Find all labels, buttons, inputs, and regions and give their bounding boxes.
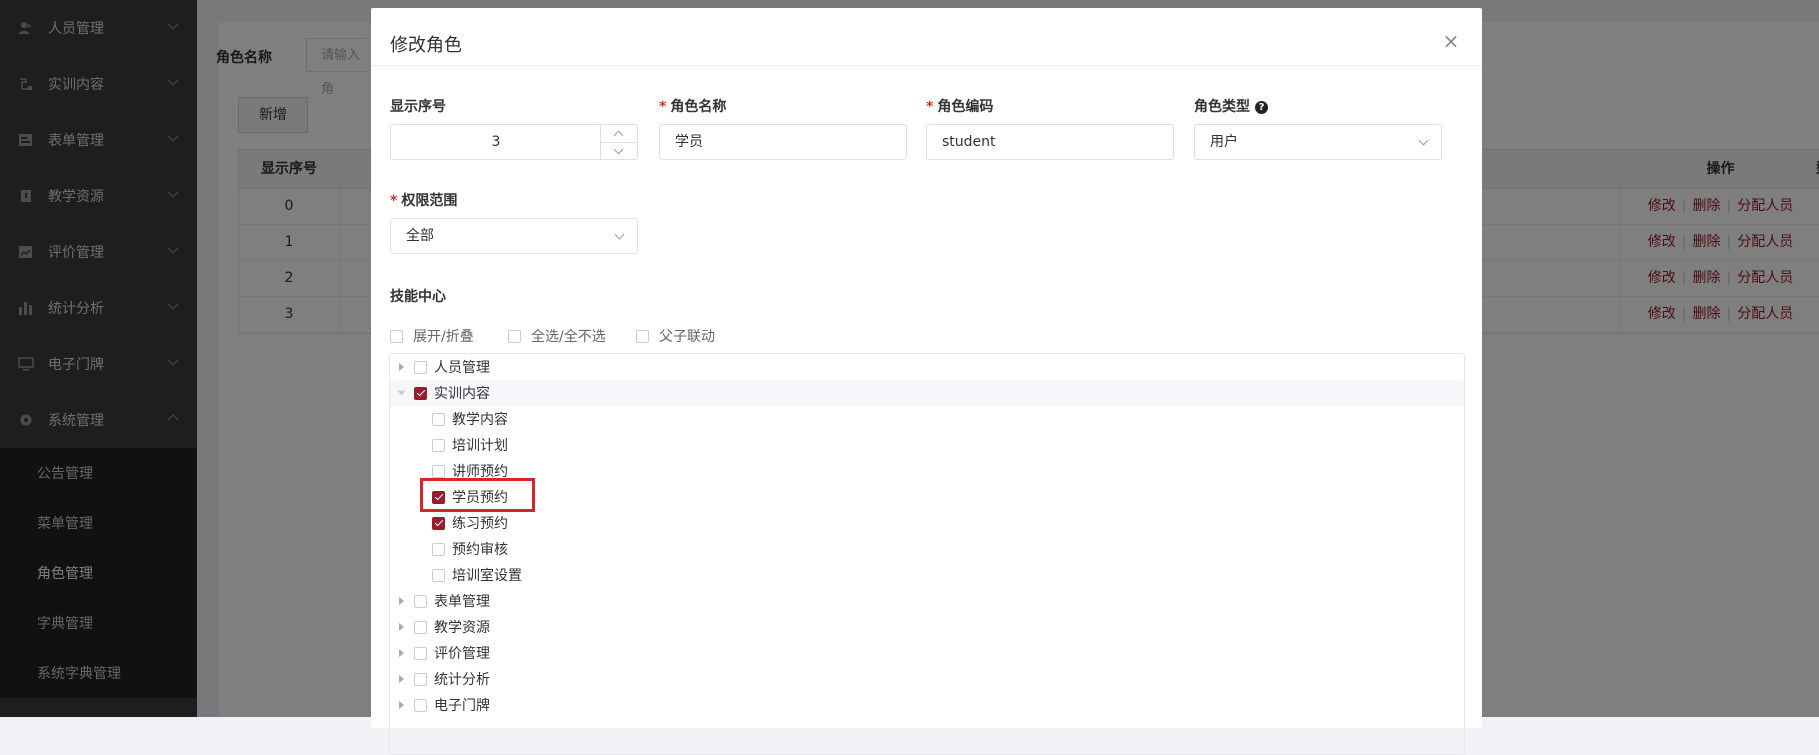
tree-node-statistics[interactable]: 统计分析 bbox=[390, 666, 1464, 692]
seq-label: 显示序号 bbox=[390, 99, 446, 115]
caret-right-icon[interactable] bbox=[399, 597, 404, 605]
name-input[interactable]: 学员 bbox=[659, 124, 907, 160]
tree-node-forms[interactable]: 表单管理 bbox=[390, 588, 1464, 614]
tree-checkbox[interactable] bbox=[432, 516, 445, 530]
seq-stepper[interactable]: 3 bbox=[390, 124, 638, 160]
tree-checkbox[interactable] bbox=[432, 464, 445, 478]
caret-right-icon[interactable] bbox=[399, 649, 404, 657]
tree-checkbox[interactable] bbox=[414, 646, 427, 660]
required-mark: * bbox=[926, 99, 934, 115]
tree-checkbox[interactable] bbox=[414, 360, 427, 374]
edit-role-dialog: 修改角色 × 显示序号 * 角色名称 * 角色编码 角色类型? 3 学员 stude… bbox=[371, 8, 1482, 755]
tree-node-teaching-resources[interactable]: 教学资源 bbox=[390, 614, 1464, 640]
dialog-divider bbox=[371, 65, 1482, 66]
select-all-option[interactable]: 全选/全不选 bbox=[508, 326, 606, 346]
type-label: 角色类型? bbox=[1194, 96, 1268, 116]
tree-node-training-plan[interactable]: 培训计划 bbox=[390, 432, 1464, 458]
tree-node-practice-booking[interactable]: 练习预约 bbox=[390, 510, 1464, 536]
tree-node-evaluation[interactable]: 评价管理 bbox=[390, 640, 1464, 666]
tree-checkbox[interactable] bbox=[414, 672, 427, 686]
tree-node-personnel[interactable]: 人员管理 bbox=[390, 354, 1464, 380]
tree-node-student-booking[interactable]: 学员预约 bbox=[390, 484, 1464, 510]
parent-child-link-option[interactable]: 父子联动 bbox=[636, 326, 715, 346]
code-input[interactable]: student bbox=[926, 124, 1174, 160]
dialog-title: 修改角色 bbox=[390, 35, 462, 56]
tree-checkbox[interactable] bbox=[432, 542, 445, 556]
code-label: * 角色编码 bbox=[926, 99, 994, 115]
tree-checkbox[interactable] bbox=[414, 620, 427, 634]
caret-right-icon[interactable] bbox=[399, 701, 404, 709]
expand-collapse-checkbox[interactable] bbox=[390, 329, 403, 343]
increment-button[interactable] bbox=[601, 125, 637, 143]
type-select-value: 用户 bbox=[1210, 134, 1238, 150]
required-mark: * bbox=[390, 193, 398, 209]
required-mark: * bbox=[659, 99, 667, 115]
name-label: * 角色名称 bbox=[659, 99, 727, 115]
type-select[interactable]: 用户 bbox=[1194, 124, 1442, 160]
skill-center-label: 技能中心 bbox=[390, 289, 446, 305]
scope-label: * 权限范围 bbox=[390, 193, 458, 209]
select-all-checkbox[interactable] bbox=[508, 329, 521, 343]
parent-child-link-checkbox[interactable] bbox=[636, 329, 649, 343]
tree-node-room-settings[interactable]: 培训室设置 bbox=[390, 562, 1464, 588]
chevron-up-icon bbox=[613, 130, 624, 141]
scope-select-value: 全部 bbox=[406, 228, 434, 244]
expand-collapse-option[interactable]: 展开/折叠 bbox=[390, 326, 474, 346]
decrement-button[interactable] bbox=[601, 143, 637, 160]
caret-down-icon[interactable] bbox=[397, 390, 406, 396]
tree-node-teaching-content[interactable]: 教学内容 bbox=[390, 406, 1464, 432]
seq-value[interactable]: 3 bbox=[391, 125, 601, 159]
caret-right-icon[interactable] bbox=[399, 363, 404, 371]
scope-select[interactable]: 全部 bbox=[390, 218, 638, 254]
tree-checkbox[interactable] bbox=[414, 698, 427, 712]
tree-checkbox[interactable] bbox=[432, 412, 445, 426]
tree-checkbox[interactable] bbox=[432, 438, 445, 452]
chevron-down-icon bbox=[613, 144, 624, 155]
chevron-down-icon bbox=[614, 229, 625, 240]
caret-right-icon[interactable] bbox=[399, 675, 404, 683]
close-icon[interactable]: × bbox=[1440, 30, 1462, 52]
permission-tree: 人员管理 实训内容 教学内容 培训计划 讲师预约 学员预约 练习预约 预约审核 … bbox=[389, 353, 1465, 755]
question-icon[interactable]: ? bbox=[1255, 101, 1268, 114]
tree-node-booking-review[interactable]: 预约审核 bbox=[390, 536, 1464, 562]
tree-node-lecturer-booking[interactable]: 讲师预约 bbox=[390, 458, 1464, 484]
tree-checkbox[interactable] bbox=[414, 386, 427, 400]
tree-checkbox[interactable] bbox=[414, 594, 427, 608]
chevron-down-icon bbox=[1418, 135, 1429, 146]
tree-node-training[interactable]: 实训内容 bbox=[390, 380, 1464, 406]
caret-right-icon[interactable] bbox=[399, 623, 404, 631]
tree-checkbox[interactable] bbox=[432, 568, 445, 582]
tree-node-e-doorplate[interactable]: 电子门牌 bbox=[390, 692, 1464, 718]
highlight-annotation-box bbox=[420, 478, 535, 512]
